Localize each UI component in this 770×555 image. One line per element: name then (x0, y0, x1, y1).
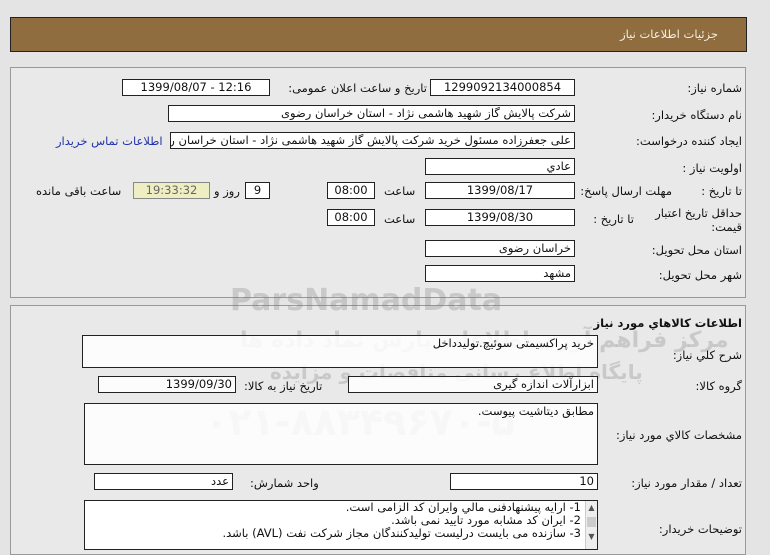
buyer-field: شرکت پالایش گاز شهید هاشمی نژاد - استان … (168, 105, 575, 122)
group-label: گروه کالا: (695, 379, 742, 393)
days-remaining-field: 9 (245, 182, 270, 199)
remaining-label: ساعت باقی مانده (36, 184, 122, 198)
quantity-field: 10 (450, 473, 598, 490)
need-number-field: 1299092134000854 (430, 79, 575, 96)
scroll-thumb[interactable] (587, 517, 596, 527)
announce-label: تاریخ و ساعت اعلان عمومی: (288, 81, 427, 95)
time-remaining-field: 19:33:32 (133, 182, 210, 199)
priority-field: عادي (425, 158, 575, 175)
scroll-up-icon[interactable]: ▲ (586, 501, 597, 514)
buyer-label: نام دستگاه خریدار: (651, 108, 742, 122)
summary-label: شرح کلي نياز: (672, 348, 742, 362)
need-date-label: تاریخ نیاز به کالا: (244, 379, 323, 393)
time-label: ساعت (384, 212, 416, 226)
validity-time-field: 08:00 (327, 209, 375, 226)
creator-field: علی جعفرزاده مسئول خرید شرکت پالایش گاز … (170, 132, 575, 149)
buyer-contact-link[interactable]: اطلاعات تماس خریدار (56, 134, 163, 148)
notes-scrollbar[interactable]: ▲ ▼ (585, 501, 597, 549)
to-date-label: تا تاریخ : (701, 184, 742, 198)
need-date-field: 1399/09/30 (98, 376, 236, 393)
validity-date-field: 1399/08/30 (425, 209, 575, 226)
priority-label: اولویت نیاز : (682, 161, 742, 175)
page-title: جزئیات اطلاعات نیاز (620, 27, 718, 41)
city-label: شهر محل تحویل: (658, 268, 742, 282)
to-date-label: تا تاریخ : (593, 212, 634, 226)
quantity-label: تعداد / مقدار مورد نیاز: (631, 476, 742, 490)
creator-label: ایجاد کننده درخواست: (636, 134, 742, 148)
city-field: مشهد (425, 265, 575, 282)
scroll-down-icon[interactable]: ▼ (586, 530, 597, 543)
unit-label: واحد شمارش: (250, 476, 319, 490)
goods-section-title: اطلاعات کالاهاي مورد نياز (593, 316, 742, 330)
summary-field: خرید پراکسیمتی سوئیچ.تولیدداخل (82, 335, 598, 368)
deadline-time-field: 08:00 (327, 182, 375, 199)
need-number-label: شماره نیاز: (687, 81, 742, 95)
notes-textarea[interactable]: ▲ ▼ 1- ارایه پیشنهادفنی مالي وایران کد ال… (84, 500, 598, 550)
province-label: استان محل تحویل: (651, 243, 742, 257)
specs-field: مطابق دیتاشیت پیوست. (84, 403, 598, 465)
notes-label: توضیحات خریدار: (658, 522, 742, 536)
time-label: ساعت (384, 184, 416, 198)
need-details-panel (10, 67, 746, 298)
deadline-label: مهلت ارسال پاسخ: (580, 184, 672, 198)
group-field: ابزارآلات اندازه گیری (348, 376, 598, 393)
validity-label: حداقل تاریخ اعتبار قیمت: (655, 206, 742, 234)
deadline-date-field: 1399/08/17 (425, 182, 575, 199)
announce-field: 1399/08/07 - 12:16 (122, 79, 270, 96)
days-label: روز و (214, 184, 240, 198)
page-header: جزئیات اطلاعات نیاز (10, 17, 747, 52)
note-line: 3- سازنده می بایست درلیست تولیدکنندگان م… (222, 526, 581, 540)
province-field: خراسان رضوی (425, 240, 575, 257)
specs-label: مشخصات کالاي مورد نياز: (615, 428, 742, 442)
unit-field: عدد (94, 473, 233, 490)
